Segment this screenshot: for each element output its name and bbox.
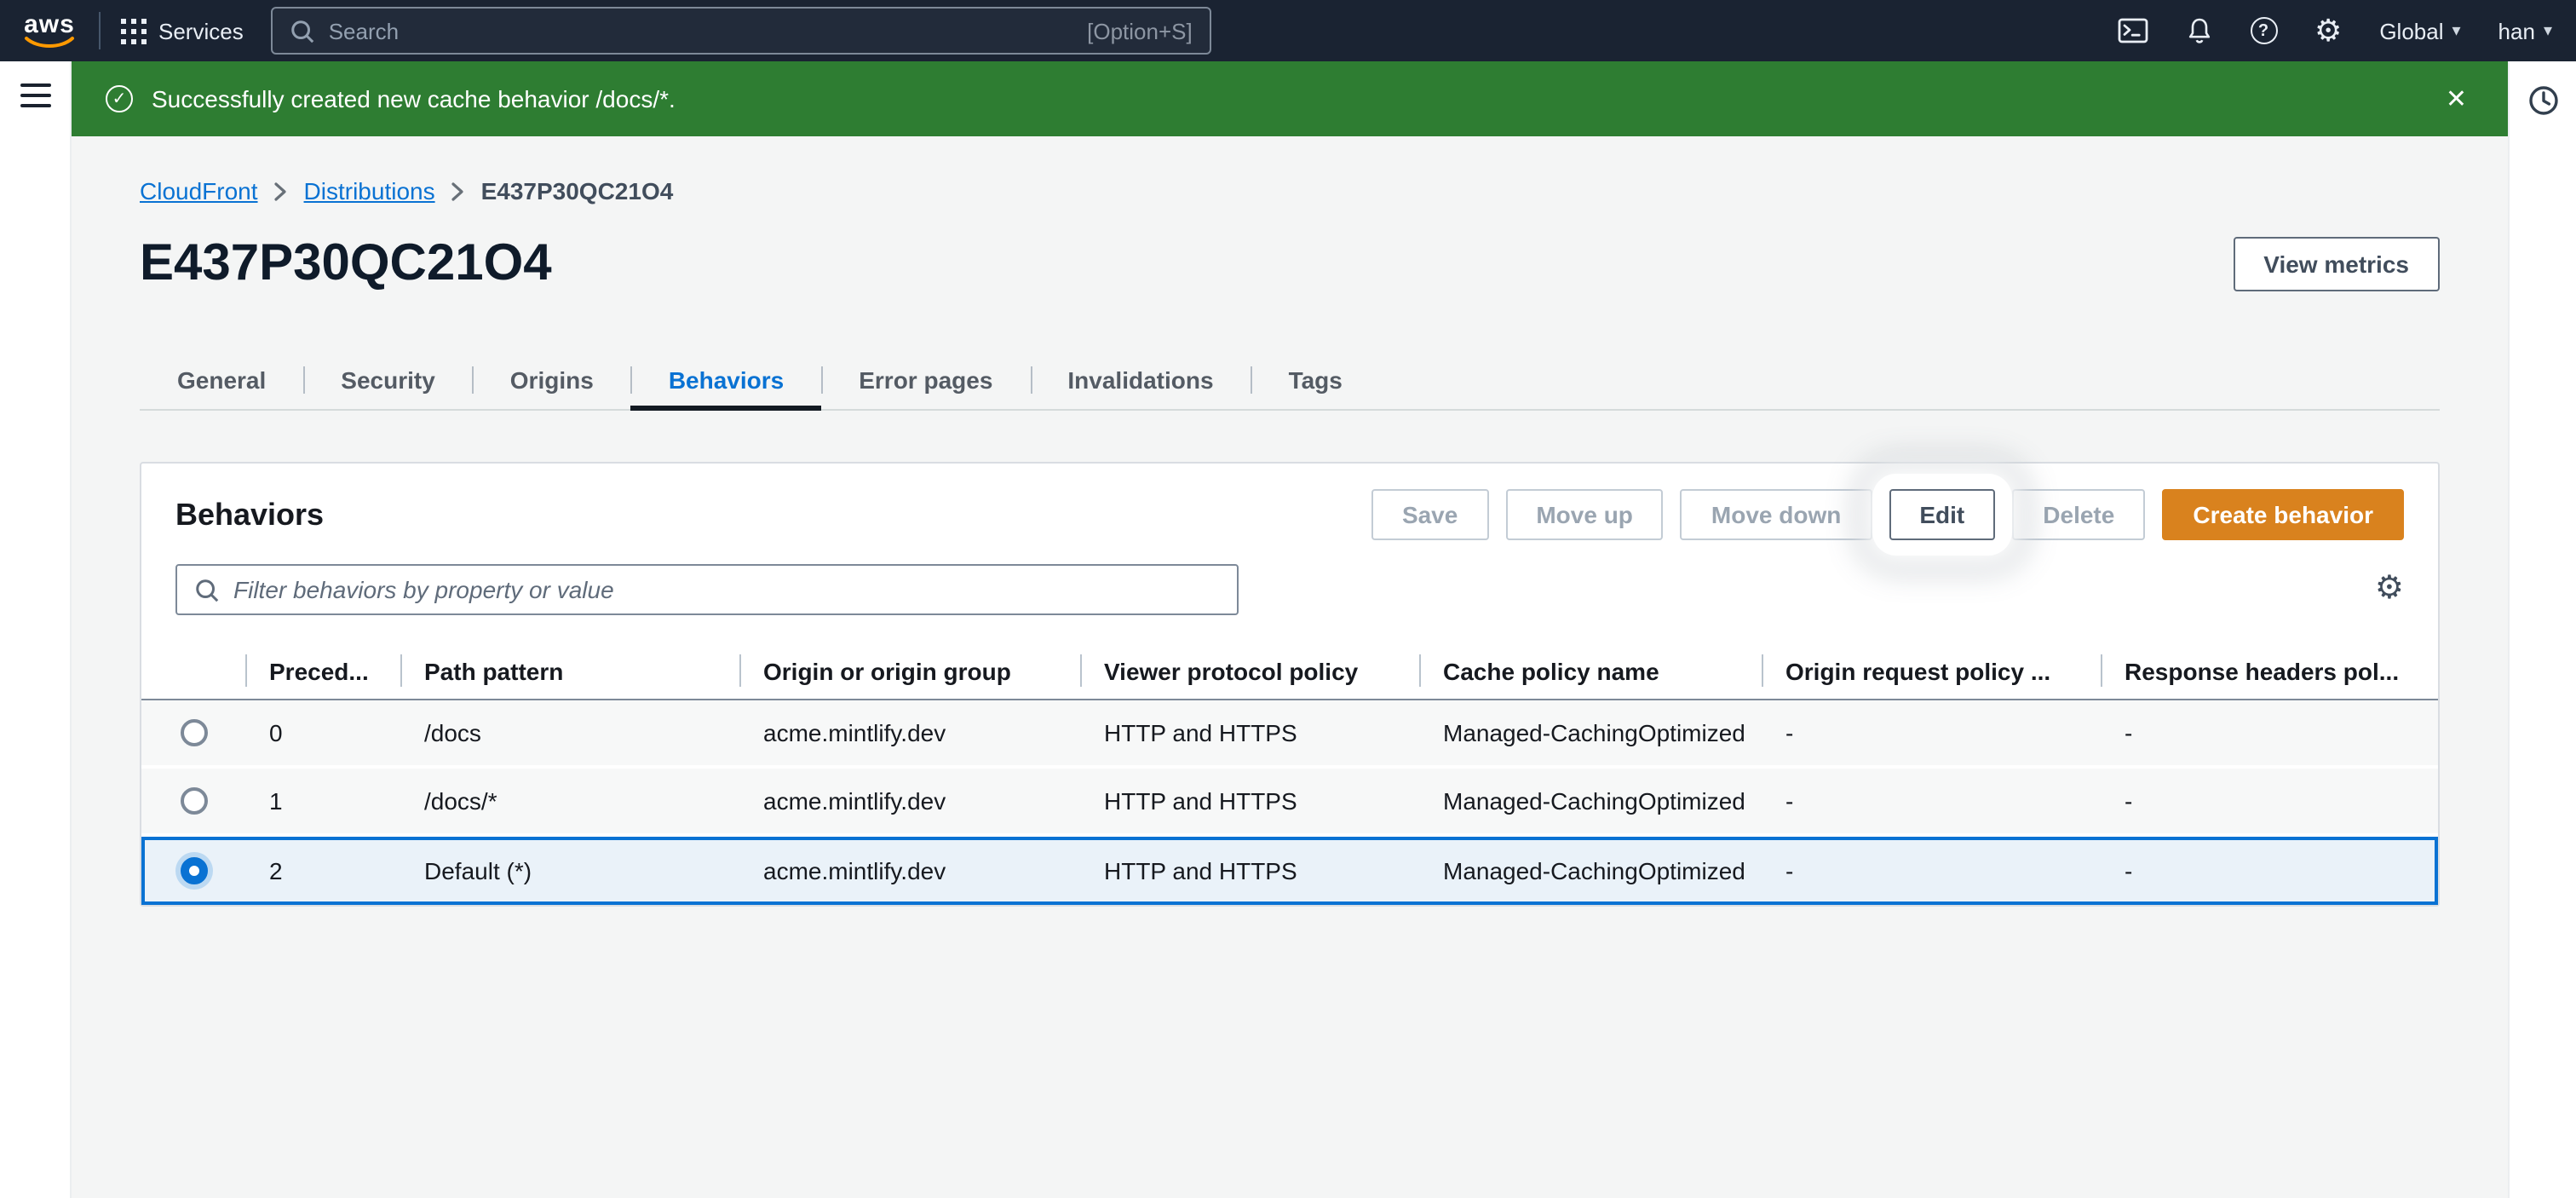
cell-origin-request-policy: - [1762,787,2101,815]
tab-error-pages[interactable]: Error pages [821,351,1030,409]
cell-origin: acme.mintlify.dev [739,787,1080,815]
column-response-headers-policy: Response headers pol... [2101,642,2438,699]
breadcrumb-chevron-icon [275,181,287,200]
cell-origin-request-policy: - [1762,719,2101,746]
success-banner: ✓ Successfully created new cache behavio… [72,61,2508,136]
cell-viewer-protocol: HTTP and HTTPS [1080,787,1419,815]
caret-down-icon: ▾ [2452,21,2460,40]
column-cache-policy: Cache policy name [1419,642,1762,699]
aws-console: aws Services [Option+S] ? [0,0,2576,1198]
services-label: Services [158,18,244,43]
delete-button[interactable]: Delete [2012,489,2145,540]
column-viewer-protocol: Viewer protocol policy [1080,642,1419,699]
cell-path-pattern: /docs/* [400,787,739,815]
services-menu[interactable]: Services [121,18,244,43]
region-dropdown[interactable]: Global ▾ [2379,18,2460,43]
edit-button[interactable]: Edit [1889,489,1995,540]
search-input[interactable] [329,18,1073,43]
topbar-divider [99,12,101,49]
row-radio-button[interactable] [180,719,207,746]
user-dropdown[interactable]: han ▾ [2498,18,2552,43]
services-grid-icon [121,18,147,43]
aws-smile-icon [24,35,75,49]
search-icon [290,18,315,43]
cell-path-pattern: Default (*) [400,857,739,884]
status-clock-icon[interactable] [2526,82,2560,123]
cell-response-headers-policy: - [2101,719,2438,746]
column-select [141,642,245,699]
aws-logo-text: aws [24,13,75,35]
aws-logo[interactable]: aws [24,13,75,49]
row-radio-button[interactable] [180,787,207,815]
behaviors-table: Preced... Path pattern Origin or origin … [141,642,2438,905]
tab-behaviors[interactable]: Behaviors [631,351,821,409]
cell-viewer-protocol: HTTP and HTTPS [1080,719,1419,746]
tab-general[interactable]: General [140,351,303,409]
region-label: Global [2379,18,2443,43]
cell-precedence: 2 [245,857,400,884]
cell-path-pattern: /docs [400,719,739,746]
save-button[interactable]: Save [1371,489,1488,540]
table-row[interactable]: 0 /docs acme.mintlify.dev HTTP and HTTPS… [141,700,2438,769]
cell-cache-policy: Managed-CachingOptimized [1419,787,1762,815]
cell-response-headers-policy: - [2101,857,2438,884]
caret-down-icon: ▾ [2544,21,2552,40]
filter-search-icon [194,577,220,602]
column-origin: Origin or origin group [739,642,1080,699]
success-check-icon: ✓ [106,85,133,112]
breadcrumb: CloudFront Distributions E437P30QC21O4 [140,177,2440,204]
view-metrics-button[interactable]: View metrics [2233,237,2440,291]
notifications-bell-icon[interactable] [2185,16,2212,45]
panel-title: Behaviors [175,497,324,533]
user-label: han [2498,18,2535,43]
table-row-selected[interactable]: 2 Default (*) acme.mintlify.dev HTTP and… [141,837,2438,905]
page-title: E437P30QC21O4 [140,235,552,293]
move-up-button[interactable]: Move up [1505,489,1664,540]
tab-tags[interactable]: Tags [1251,351,1380,409]
menu-icon[interactable] [20,84,50,107]
side-panel-collapsed [2508,61,2576,1198]
cell-viewer-protocol: HTTP and HTTPS [1080,857,1419,884]
breadcrumb-cloudfront-link[interactable]: CloudFront [140,177,258,204]
top-navigation-bar: aws Services [Option+S] ? [0,0,2576,61]
table-header: Preced... Path pattern Origin or origin … [141,642,2438,700]
row-radio-button-checked[interactable] [180,857,207,884]
breadcrumb-current: E437P30QC21O4 [481,177,674,204]
cell-origin: acme.mintlify.dev [739,857,1080,884]
console-search[interactable]: [Option+S] [271,7,1211,55]
tab-security[interactable]: Security [303,351,473,409]
help-icon[interactable]: ? [2250,17,2277,44]
cell-origin-request-policy: - [1762,857,2101,884]
cell-cache-policy: Managed-CachingOptimized [1419,857,1762,884]
table-row[interactable]: 1 /docs/* acme.mintlify.dev HTTP and HTT… [141,769,2438,837]
search-shortcut: [Option+S] [1087,18,1193,43]
column-path-pattern: Path pattern [400,642,739,699]
side-nav-collapsed [0,61,72,1198]
banner-message: Successfully created new cache behavior … [152,85,676,112]
column-origin-request-policy: Origin request policy ... [1762,642,2101,699]
breadcrumb-chevron-icon [452,181,464,200]
cell-precedence: 1 [245,787,400,815]
cell-precedence: 0 [245,719,400,746]
settings-gear-icon[interactable]: ⚙ [2314,15,2342,46]
cell-response-headers-policy: - [2101,787,2438,815]
tab-invalidations[interactable]: Invalidations [1030,351,1251,409]
create-behavior-button[interactable]: Create behavior [2162,489,2404,540]
breadcrumb-distributions-link[interactable]: Distributions [304,177,435,204]
banner-close-icon[interactable]: ✕ [2439,77,2474,121]
filter-input[interactable] [233,576,1220,603]
move-down-button[interactable]: Move down [1681,489,1872,540]
cell-origin: acme.mintlify.dev [739,719,1080,746]
distribution-tabs: General Security Origins Behaviors Error… [140,351,2440,411]
edit-button-highlight: Edit [1878,481,2005,549]
cell-cache-policy: Managed-CachingOptimized [1419,719,1762,746]
behaviors-panel: Behaviors Save Move up Move down Edit De… [140,462,2440,907]
column-precedence: Preced... [245,642,400,699]
cloudshell-icon[interactable] [2117,17,2148,44]
tab-origins[interactable]: Origins [473,351,631,409]
table-settings-gear-icon[interactable]: ⚙ [2375,574,2404,605]
behaviors-filter[interactable] [175,564,1239,615]
